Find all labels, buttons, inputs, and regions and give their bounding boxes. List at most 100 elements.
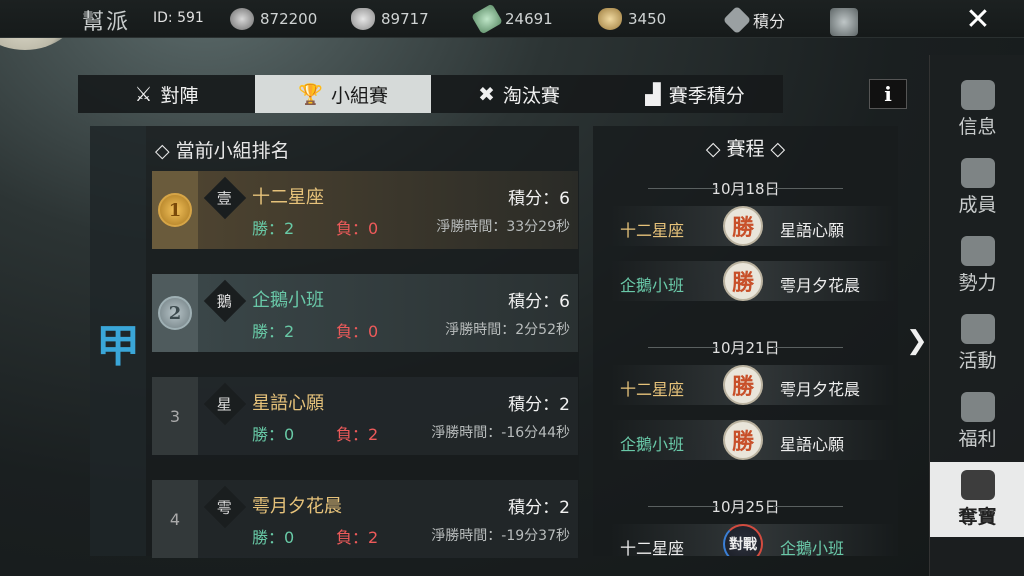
team-name: 星語心願	[252, 393, 324, 414]
sidebar-item-welfare[interactable]: 福利	[930, 384, 1024, 459]
resource-value: 3450	[628, 10, 667, 28]
gold-medal-icon: 1	[158, 193, 192, 227]
match-team-a: 十二星座	[620, 380, 685, 399]
rank-badge: 3	[152, 377, 198, 455]
team-tag-icon: 壹	[203, 176, 247, 220]
team-tag-icon: 鵝	[203, 279, 247, 323]
sidebar-item-info[interactable]: 信息	[930, 72, 1024, 147]
chevron-right-icon[interactable]: ❯	[906, 326, 928, 356]
win-result-icon: 勝	[723, 261, 763, 301]
match-team-a: 十二星座	[620, 539, 685, 556]
sidebar-item-label: 福利	[958, 428, 997, 450]
match-team-b: 企鵝小班	[780, 539, 845, 556]
match-team-a: 企鵝小班	[620, 435, 685, 454]
tab-group-stage[interactable]: 🏆 小組賽	[255, 75, 431, 113]
resource-gold[interactable]: 3450	[598, 8, 666, 30]
silver-medal-icon: 2	[158, 296, 192, 330]
close-icon: ✕	[965, 1, 991, 37]
silver-ingot-icon	[351, 8, 375, 30]
schedule-date: 10月18日	[593, 178, 898, 199]
team-net-time: 淨勝時間：-19分37秒	[431, 528, 570, 544]
resource-coins[interactable]: 872200	[230, 8, 317, 30]
sword-icon: ⚔	[134, 82, 153, 106]
resource-silver[interactable]: 89717	[351, 8, 429, 30]
tab-season-points[interactable]: ▟ 賽季積分	[607, 75, 783, 113]
tab-label: 對陣	[160, 84, 199, 107]
crossed-swords-icon: ✖	[478, 82, 495, 106]
emblem-icon	[830, 8, 858, 36]
team-net-time: 淨勝時間：-16分44秒	[431, 425, 570, 441]
emblem-button[interactable]	[830, 8, 858, 36]
treasure-icon	[960, 470, 995, 500]
match-team-a: 十二星座	[620, 221, 685, 240]
info-scroll-icon	[960, 80, 995, 110]
rank-badge: 4	[152, 480, 198, 558]
win-result-icon: 勝	[723, 365, 763, 405]
team-wins: 勝：0	[252, 528, 295, 547]
banner-icon	[960, 236, 995, 266]
sidebar-item-treasure[interactable]: 奪寶	[930, 462, 1024, 537]
match-row[interactable]: 企鵝小班 勝 星語心願	[610, 420, 895, 460]
sidebar-item-activity[interactable]: 活動	[930, 306, 1024, 381]
versus-icon: 對戰	[723, 524, 763, 556]
team-losses: 負：0	[336, 219, 379, 238]
group-char: 甲	[96, 321, 140, 372]
team-name: 企鵝小班	[252, 290, 324, 311]
schedule-title-text: 賽程	[726, 138, 765, 160]
team-points: 積分：2	[508, 395, 570, 415]
team-name: 雩月夕花晨	[252, 496, 342, 517]
team-losses: 負：2	[336, 528, 379, 547]
team-name: 十二星座	[252, 187, 324, 208]
schedule-date: 10月21日	[593, 337, 898, 358]
tab-label: 賽季積分	[668, 84, 745, 107]
tab-matchup[interactable]: ⚔ 對陣	[78, 75, 255, 113]
match-team-b: 星語心願	[780, 221, 845, 240]
resource-jade[interactable]: 24691	[471, 3, 553, 35]
rank-badge: 2	[152, 274, 198, 352]
guild-id: ID: 591	[153, 10, 204, 26]
points-button[interactable]: 積分	[722, 5, 786, 35]
ranking-title-text: 當前小組排名	[175, 140, 290, 162]
ranking-row[interactable]: 2 鵝 企鵝小班 積分：6 勝：2 負：0 淨勝時間：2分52秒	[152, 274, 578, 352]
team-wins: 勝：2	[252, 322, 295, 341]
ranking-row[interactable]: 4 雩 雩月夕花晨 積分：2 勝：0 負：2 淨勝時間：-19分37秒	[152, 480, 578, 558]
coin-stack-icon	[230, 8, 254, 30]
gold-ingot-icon	[598, 8, 622, 30]
match-row[interactable]: 企鵝小班 勝 雩月夕花晨	[610, 261, 895, 301]
shield-icon	[722, 5, 752, 35]
tab-knockout[interactable]: ✖ 淘汰賽	[431, 75, 607, 113]
team-tag-icon: 星	[203, 382, 247, 426]
match-team-b: 雩月夕花晨	[780, 276, 861, 295]
win-result-icon: 勝	[723, 206, 763, 246]
sidebar-item-label: 勢力	[958, 272, 997, 294]
points-label: 積分	[753, 12, 786, 31]
sidebar-item-label: 奪寶	[958, 506, 997, 528]
resource-value: 89717	[381, 10, 429, 28]
close-button[interactable]: ✕	[948, 0, 1008, 38]
ranking-title: ◇ 當前小組排名	[155, 140, 290, 162]
team-net-time: 淨勝時間：2分52秒	[445, 322, 570, 338]
match-row[interactable]: 十二星座 對戰 企鵝小班	[610, 524, 895, 556]
info-button[interactable]: i	[869, 79, 907, 109]
members-icon	[960, 158, 995, 188]
schedule-date: 10月25日	[593, 496, 898, 517]
ranking-row[interactable]: 1 壹 十二星座 積分：6 勝：2 負：0 淨勝時間：33分29秒	[152, 171, 578, 249]
resource-value: 872200	[260, 10, 318, 28]
match-team-b: 星語心願	[780, 435, 845, 454]
team-wins: 勝：0	[252, 425, 295, 444]
jade-icon	[471, 3, 503, 35]
resource-value: 24691	[505, 10, 553, 28]
guild-label: 幫派	[82, 10, 131, 35]
match-row[interactable]: 十二星座 勝 星語心願	[610, 206, 895, 246]
match-row[interactable]: 十二星座 勝 雩月夕花晨	[610, 365, 895, 405]
team-points: 積分：6	[508, 189, 570, 209]
match-team-a: 企鵝小班	[620, 276, 685, 295]
sidebar-item-faction[interactable]: 勢力	[930, 228, 1024, 303]
team-points: 積分：6	[508, 292, 570, 312]
ranking-row[interactable]: 3 星 星語心願 積分：2 勝：0 負：2 淨勝時間：-16分44秒	[152, 377, 578, 455]
team-losses: 負：2	[336, 425, 379, 444]
activity-icon	[960, 314, 995, 344]
gift-bag-icon	[960, 392, 995, 422]
sidebar-item-label: 信息	[958, 116, 997, 138]
sidebar-item-members[interactable]: 成員	[930, 150, 1024, 225]
